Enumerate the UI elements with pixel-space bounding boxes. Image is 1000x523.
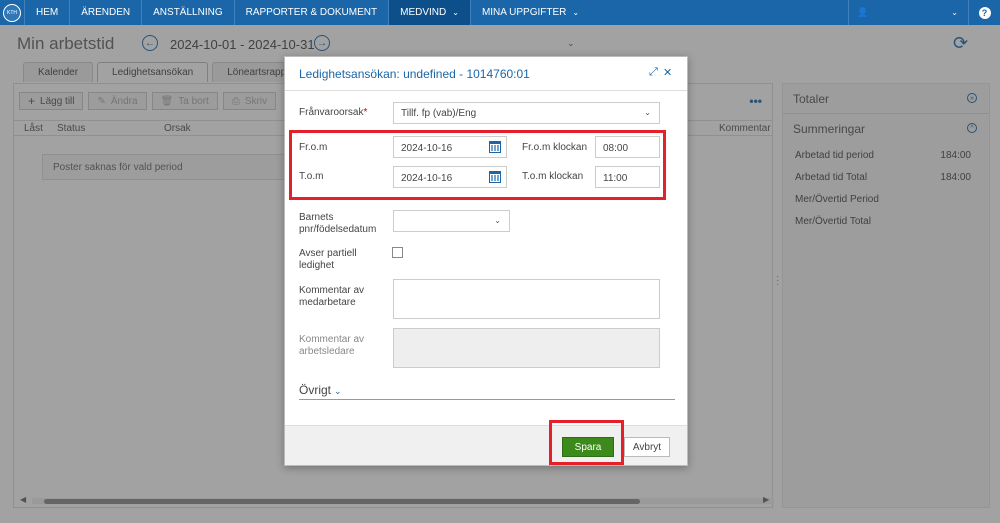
help-icon: ? [978,6,991,19]
employee-comment-input[interactable] [393,279,660,319]
child-select[interactable]: ⌄ [393,210,510,232]
leave-request-dialog: Ledighetsansökan: undefined - 1014760:01… [284,56,688,466]
top-nav: KTH HEM ÄRENDEN ANSTÄLLNING RAPPORTER & … [0,0,1000,25]
chevron-down-icon: ⌄ [452,8,459,17]
employee-comment-label: Kommentar av medarbetare [299,285,365,308]
help-button[interactable]: ? [968,0,1000,25]
chevron-down-icon: ⌄ [951,8,958,17]
partial-leave-label: Avser partiell ledighet [299,248,357,271]
highlight-box-date-time [289,130,666,200]
nav-item-medvind[interactable]: MEDVIND ⌄ [389,0,471,25]
user-menu[interactable]: 👤 ⌄ [848,0,968,25]
manager-comment-label: Kommentar av arbetsledare [299,334,365,357]
ovrigt-section-toggle[interactable]: Övrigt ⌄ [299,383,342,397]
nav-item-hem[interactable]: HEM [25,0,71,25]
nav-item-anstallning[interactable]: ANSTÄLLNING [142,0,235,25]
chevron-down-icon: ⌄ [334,386,342,396]
dialog-title: Ledighetsansökan: undefined - 1014760:01 [299,67,530,81]
nav-item-mina-uppgifter[interactable]: MINA UPPGIFTER ⌄ [471,0,590,25]
child-label: Barnets pnr/födelsedatum [299,212,377,235]
chevron-down-icon: ⌄ [494,216,501,225]
reason-select[interactable]: Tillf. fp (vab)/Eng ⌄ [393,102,660,124]
divider [285,90,687,91]
user-icon: 👤 [857,7,869,17]
close-icon[interactable]: ✕ [663,66,672,79]
nav-item-arenden[interactable]: ÄRENDEN [70,0,143,25]
kth-logo-mark: KTH [3,3,21,22]
highlight-box-save [549,420,624,465]
chevron-down-icon: ⌄ [572,8,580,17]
nav-item-rapporter[interactable]: RAPPORTER & DOKUMENT [235,0,390,25]
cancel-button[interactable]: Avbryt [624,437,670,457]
dialog-footer: Spara Avbryt [285,425,687,465]
partial-leave-checkbox[interactable] [392,247,403,258]
kth-logo[interactable]: KTH [0,0,25,25]
manager-comment-input [393,328,660,368]
reason-label: Frånvaroorsak* [299,107,368,118]
maximize-icon[interactable]: ⤢ [649,66,658,79]
divider [299,399,675,400]
chevron-down-icon: ⌄ [644,108,651,117]
